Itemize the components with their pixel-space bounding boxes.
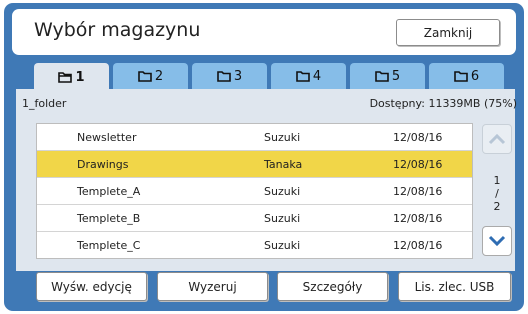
- tab-label: 3: [233, 68, 243, 84]
- close-button[interactable]: Zamknij: [396, 19, 500, 46]
- show-edit-button[interactable]: Wyśw. edycję: [36, 272, 147, 301]
- cell-date: 12/08/16: [393, 131, 443, 144]
- table-row[interactable]: Newsletter Suzuki 12/08/16: [37, 124, 472, 151]
- table-row[interactable]: Templete_C Suzuki 12/08/16: [37, 232, 472, 259]
- table-row-selected[interactable]: Drawings Tanaka 12/08/16: [37, 151, 472, 178]
- folder-icon: [58, 72, 73, 83]
- cell-owner: Tanaka: [264, 158, 303, 171]
- cell-owner: Suzuki: [264, 185, 301, 198]
- tab-folder-4[interactable]: 4: [271, 63, 346, 89]
- page-total: 2: [493, 200, 501, 213]
- scroll-up-button[interactable]: [482, 124, 512, 154]
- tab-label: 4: [312, 68, 322, 84]
- tab-label: 1: [75, 69, 85, 85]
- reset-button[interactable]: Wyzeruj: [157, 272, 268, 301]
- chevron-down-icon: [488, 235, 506, 247]
- folder-icon: [454, 71, 468, 82]
- cell-owner: Suzuki: [264, 239, 301, 252]
- cell-owner: Suzuki: [264, 212, 301, 225]
- job-list: Newsletter Suzuki 12/08/16 Drawings Tana…: [36, 123, 473, 259]
- cell-date: 12/08/16: [393, 239, 443, 252]
- folder-icon: [296, 71, 310, 82]
- folder-icon: [375, 71, 389, 82]
- page-separator: /: [495, 187, 499, 200]
- chevron-up-icon: [488, 133, 506, 145]
- folder-name: 1_folder: [22, 97, 67, 110]
- cell-name: Newsletter: [77, 131, 137, 144]
- page-current: 1: [493, 174, 501, 187]
- tab-folder-2[interactable]: 2: [113, 63, 188, 89]
- page-title: Wybór magazynu: [34, 19, 201, 41]
- tab-folder-1[interactable]: 1: [34, 63, 109, 91]
- tab-label: 5: [391, 68, 401, 84]
- tab-label: 6: [470, 68, 480, 84]
- cell-name: Templete_B: [77, 212, 141, 225]
- cell-date: 12/08/16: [393, 212, 443, 225]
- cell-name: Templete_C: [77, 239, 141, 252]
- usb-job-list-button[interactable]: Lis. zlec. USB: [398, 272, 511, 301]
- tab-folder-5[interactable]: 5: [350, 63, 425, 89]
- cell-name: Templete_A: [77, 185, 141, 198]
- cell-owner: Suzuki: [264, 131, 301, 144]
- cell-name: Drawings: [77, 158, 129, 171]
- details-button[interactable]: Szczegóły: [277, 272, 388, 301]
- tab-label: 2: [154, 68, 164, 84]
- table-row[interactable]: Templete_A Suzuki 12/08/16: [37, 178, 472, 205]
- cell-date: 12/08/16: [393, 185, 443, 198]
- page-indicator: 1 / 2: [482, 174, 512, 213]
- available-space: Dostępny: 11339MB (75%): [369, 97, 517, 110]
- table-row[interactable]: Templete_B Suzuki 12/08/16: [37, 205, 472, 232]
- folder-icon: [138, 71, 152, 82]
- tab-folder-3[interactable]: 3: [192, 63, 267, 89]
- dialog-header: Wybór magazynu Zamknij: [12, 9, 516, 55]
- folder-icon: [217, 71, 231, 82]
- tab-folder-6[interactable]: 6: [429, 63, 504, 89]
- cell-date: 12/08/16: [393, 158, 443, 171]
- scroll-down-button[interactable]: [482, 226, 512, 256]
